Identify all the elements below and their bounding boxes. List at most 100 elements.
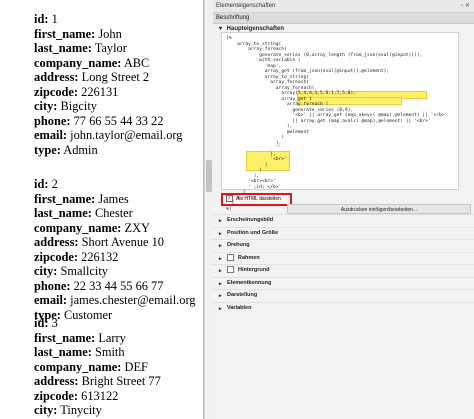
- section-hintergrund[interactable]: ▸ Hintergrund: [213, 264, 474, 277]
- record-field: zipcode: 226132: [34, 250, 196, 265]
- section-label-text: Darstellung: [227, 292, 258, 298]
- field-value: DEF: [124, 359, 148, 374]
- record-field: city: Bigcity: [34, 99, 183, 114]
- vertical-scrollbar[interactable]: [204, 0, 213, 419]
- section-label-text: Elementkennung: [227, 279, 272, 286]
- record-field: first_name: John: [34, 27, 183, 42]
- triangle-right-icon: ▸: [219, 243, 222, 250]
- field-key: last_name:: [34, 345, 92, 359]
- triangle-right-icon: ▸: [219, 230, 222, 237]
- field-value: 22 33 44 55 66 77: [73, 278, 164, 293]
- record-block: id: 1 first_name: John last_name: Taylor co…: [34, 12, 183, 157]
- record-field: id: 3: [34, 316, 163, 331]
- expression-editor[interactable]: [% array_to_string( array_foreach( gener…: [221, 32, 459, 212]
- field-key: id:: [34, 316, 49, 330]
- expression-text[interactable]: [% array_to_string( array_foreach( gener…: [222, 33, 458, 215]
- field-key: zipcode:: [34, 84, 79, 99]
- field-key: address:: [34, 374, 79, 388]
- record-field: company_name: DEF: [34, 360, 163, 375]
- panel-window-buttons[interactable]: ▫ ✕: [461, 0, 470, 12]
- record-field: zipcode: 613122: [34, 389, 163, 404]
- record-field: email: james.chester@email.org: [34, 293, 196, 308]
- section-label-text: Hintergrund: [238, 267, 270, 273]
- record-field: first_name: Larry: [34, 331, 163, 346]
- section-erscheinungsbild[interactable]: ▸ Erscheinungsbild: [213, 214, 474, 227]
- record-field: last_name: Smith: [34, 345, 163, 360]
- field-key: address:: [34, 235, 79, 249]
- field-key: company_name:: [34, 220, 122, 235]
- section-label-text: Drehung: [227, 242, 250, 248]
- field-value: James: [98, 191, 129, 206]
- field-value: Tinycity: [60, 403, 102, 417]
- field-key: email:: [34, 128, 68, 142]
- record-field: last_name: Chester: [34, 206, 196, 221]
- field-value: 613122: [81, 388, 119, 403]
- record-field: city: Tinycity: [34, 403, 163, 418]
- field-key: company_name:: [34, 55, 122, 70]
- record-block: id: 3 first_name: Larry last_name: Smith co…: [34, 316, 163, 419]
- record-field: email: john.taylor@email.org: [34, 128, 183, 143]
- record-field: phone: 77 66 55 44 33 22: [34, 114, 183, 129]
- field-value: ZXY: [124, 220, 150, 235]
- field-key: id:: [34, 12, 49, 26]
- record-field: first_name: James: [34, 192, 196, 207]
- triangle-right-icon: ▸: [219, 280, 222, 287]
- field-key: type:: [34, 142, 61, 157]
- field-value: Long Street 2: [81, 70, 150, 84]
- field-key: last_name:: [34, 206, 92, 220]
- field-value: Smith: [94, 345, 125, 359]
- record-field: address: Bright Street 77: [34, 374, 163, 389]
- section-rahmen[interactable]: ▸ Rahmen: [213, 251, 474, 265]
- field-value: ABC: [123, 55, 150, 70]
- section-checkbox[interactable]: [227, 266, 234, 274]
- field-key: city:: [34, 99, 58, 113]
- field-key: city:: [34, 403, 58, 417]
- field-key: zipcode:: [34, 249, 79, 264]
- field-key: first_name:: [34, 191, 96, 206]
- section-label-text: Erscheinungsbild: [227, 217, 274, 223]
- field-key: phone:: [34, 278, 71, 293]
- triangle-right-icon: ▸: [219, 218, 222, 225]
- triangle-right-icon: ▸: [219, 305, 222, 312]
- triangle-right-icon: ▸: [219, 268, 222, 275]
- section-drehung[interactable]: ▸ Drehung: [213, 239, 474, 252]
- section-darstellung[interactable]: ▸ Darstellung: [213, 289, 474, 302]
- scrollbar-thumb[interactable]: [206, 160, 212, 192]
- item-properties-panel: Elementeigenschaften ▫ ✕ Beschriftung ▾ …: [213, 0, 474, 419]
- section-variablen[interactable]: ▸ Variablen: [213, 301, 474, 315]
- record-field: type: Admin: [34, 143, 183, 158]
- field-value: 3: [51, 316, 58, 330]
- record-field: address: Long Street 2: [34, 70, 183, 85]
- field-value: james.chester@email.org: [70, 293, 196, 307]
- field-key: city:: [34, 264, 58, 278]
- field-value: Larry: [98, 330, 126, 345]
- field-value: john.taylor@email.org: [70, 128, 183, 142]
- field-key: id:: [34, 177, 49, 191]
- field-value: Taylor: [94, 41, 127, 55]
- field-value: 2: [51, 177, 58, 191]
- field-key: zipcode:: [34, 388, 79, 403]
- section-label-text: Variablen: [227, 304, 252, 311]
- rendered-label-pane: id: 1 first_name: John last_name: Taylor co…: [0, 0, 204, 419]
- field-value: 1: [51, 12, 58, 26]
- section-elementkennung[interactable]: ▸ Elementkennung: [213, 276, 474, 290]
- field-key: phone:: [34, 113, 71, 128]
- record-field: city: Smallcity: [34, 264, 196, 279]
- record-field: id: 1: [34, 12, 183, 27]
- field-value: Smallcity: [60, 264, 109, 278]
- field-value: John: [98, 26, 122, 41]
- property-sections: ▸ Erscheinungsbild ▸ Position und Größe ▸ Dre…: [213, 214, 474, 314]
- section-position-und-größe[interactable]: ▸ Position und Größe: [213, 226, 474, 240]
- field-key: address:: [34, 70, 79, 84]
- field-value: Bright Street 77: [81, 374, 161, 388]
- field-value: Chester: [94, 206, 133, 220]
- section-checkbox[interactable]: [227, 253, 234, 261]
- section-label-text: Rahmen: [238, 254, 260, 261]
- field-value: 77 66 55 44 33 22: [73, 113, 164, 128]
- panel-title-text: Elementeigenschaften: [216, 3, 276, 9]
- field-key: first_name:: [34, 330, 96, 345]
- record-field: id: 2: [34, 177, 196, 192]
- field-key: email:: [34, 293, 68, 307]
- section-label: Beschriftung: [213, 13, 474, 24]
- field-value: 226131: [81, 84, 119, 99]
